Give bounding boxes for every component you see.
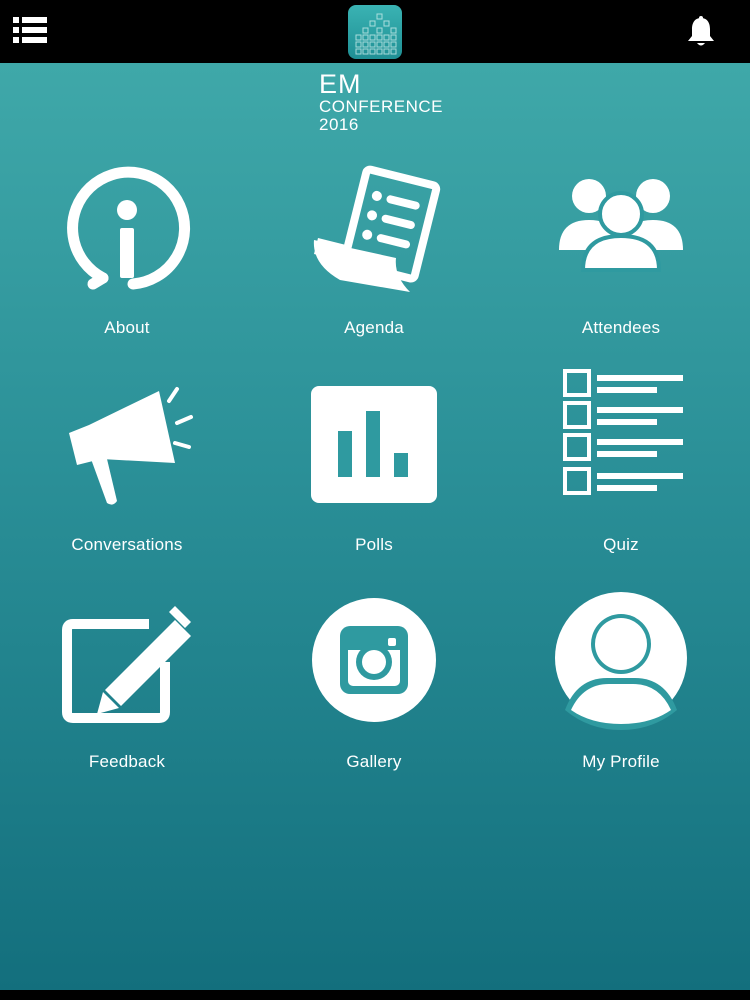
tile-about[interactable]: About [27,166,227,366]
brand-subtitle: CONFERENCE [319,97,444,116]
document-list-icon [313,165,441,292]
list-menu-icon [13,17,47,43]
tile-feedback[interactable]: Feedback [27,600,227,800]
users-group-icon [559,179,683,272]
tile-attendees[interactable]: Attendees [521,166,721,366]
bottom-bar [0,990,750,1000]
tile-agenda[interactable]: Agenda [274,165,474,366]
tile-gallery[interactable]: Gallery [274,598,474,800]
app-logo-icon [355,13,397,55]
tile-label-conversations: Conversations [71,535,183,554]
tile-quiz[interactable]: Quiz [521,369,721,583]
tile-label-quiz: Quiz [603,535,639,554]
bar-chart-icon [311,386,437,503]
main-screen: EM CONFERENCE 2016 About Agenda Attendee… [0,63,750,990]
top-bar [0,0,750,63]
instagram-camera-icon [312,598,436,722]
megaphone-icon [69,387,193,505]
conference-brand: EM CONFERENCE 2016 [319,69,444,134]
tile-label-about: About [104,318,150,337]
brand-year: 2016 [319,115,359,134]
edit-square-icon [62,606,191,723]
checklist-icon [563,369,683,495]
tile-polls[interactable]: Polls [274,383,474,583]
notification-button[interactable] [686,16,716,48]
tile-label-polls: Polls [355,535,393,554]
bell-icon [688,16,714,46]
tile-my-profile[interactable]: My Profile [521,592,721,800]
tile-label-agenda: Agenda [344,318,404,337]
app-logo[interactable] [348,5,402,59]
user-avatar-icon [555,592,687,730]
brand-title: EM [319,69,362,99]
tile-label-feedback: Feedback [88,752,166,771]
menu-button[interactable] [13,17,47,43]
tile-label-my-profile: My Profile [582,752,660,771]
tile-conversations[interactable]: Conversations [27,383,227,583]
tile-label-attendees: Attendees [581,318,661,337]
tile-label-gallery: Gallery [346,752,402,771]
info-icon [67,166,190,290]
